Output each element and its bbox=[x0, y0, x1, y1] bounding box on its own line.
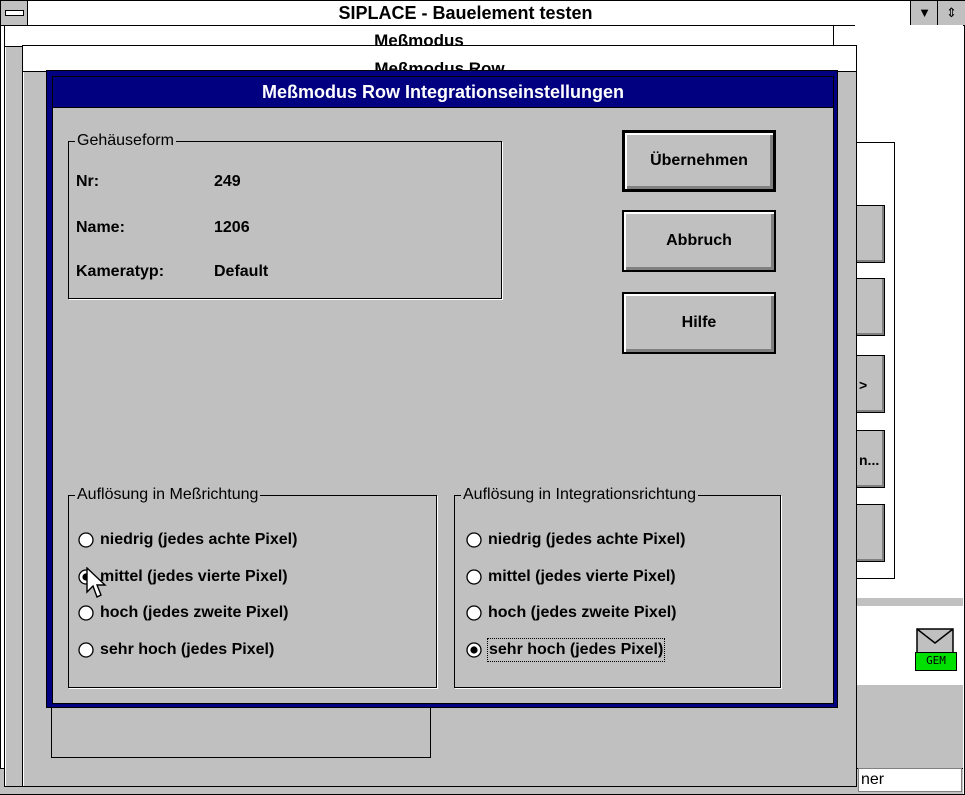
system-menu-icon[interactable] bbox=[1, 1, 28, 25]
main-side-button-1[interactable] bbox=[855, 205, 885, 263]
measure-direction-groupbox: Auflösung in Meßrichtung niedrig (jedes … bbox=[68, 486, 437, 688]
status-field: ner bbox=[858, 768, 962, 792]
dialog-title: Meßmodus Row Integrationseinstellungen bbox=[261, 82, 625, 102]
measure-direction-legend: Auflösung in Meßrichtung bbox=[75, 486, 261, 504]
screen: SIPLACE - Bauelement testen ▼ ⇕ > n... G… bbox=[0, 0, 965, 795]
gem-badge: GEM bbox=[915, 652, 957, 671]
integration-direction-legend: Auflösung in Integrationsrichtung bbox=[461, 486, 699, 504]
radio-unselected-icon bbox=[466, 605, 482, 621]
integration-settings-dialog: Meßmodus Row Integrationseinstellungen G… bbox=[46, 70, 838, 708]
main-window-title: SIPLACE - Bauelement testen bbox=[338, 3, 593, 23]
integration-direction-groupbox: Auflösung in Integrationsrichtung niedri… bbox=[454, 486, 781, 688]
radio-selected-icon bbox=[78, 569, 94, 585]
number-value: 249 bbox=[214, 173, 241, 190]
integration-radio-high-label: hoch (jedes zweite Pixel) bbox=[488, 604, 677, 621]
radio-unselected-icon bbox=[466, 532, 482, 548]
main-side-button-4[interactable]: n... bbox=[855, 430, 885, 488]
name-label: Name: bbox=[76, 219, 125, 236]
housing-groupbox: Gehäuseform Nr: 249 Name: 1206 Kameratyp… bbox=[68, 132, 502, 299]
main-title-bar[interactable]: SIPLACE - Bauelement testen ▼ ⇕ bbox=[1, 1, 965, 26]
main-divider-strip bbox=[855, 598, 963, 606]
radio-unselected-icon bbox=[466, 569, 482, 585]
system-menu-bar-glyph bbox=[5, 10, 24, 16]
minimize-button[interactable]: ▼ bbox=[910, 1, 938, 25]
integration-radio-very-high-label: sehr hoch (jedes Pixel) bbox=[486, 638, 666, 662]
integration-radio-medium-label: mittel (jedes vierte Pixel) bbox=[488, 568, 676, 585]
measure-radio-medium-label: mittel (jedes vierte Pixel) bbox=[100, 568, 288, 585]
radio-unselected-icon bbox=[78, 605, 94, 621]
help-button[interactable]: Hilfe bbox=[622, 292, 776, 354]
apply-button[interactable]: Übernehmen bbox=[622, 130, 776, 192]
camera-type-value: Default bbox=[214, 263, 269, 280]
number-label: Nr: bbox=[76, 173, 100, 190]
radio-unselected-icon bbox=[78, 642, 94, 658]
measure-radio-low-label: niedrig (jedes achte Pixel) bbox=[100, 531, 298, 548]
measure-mode-row-window-title[interactable]: Meßmodus Row bbox=[23, 46, 856, 72]
camera-type-label: Kameratyp: bbox=[76, 263, 165, 280]
radio-selected-icon bbox=[466, 642, 482, 658]
restore-button[interactable]: ⇕ bbox=[937, 1, 965, 25]
main-side-button-5[interactable] bbox=[855, 504, 885, 562]
measure-mode-window-title[interactable]: Meßmodus bbox=[5, 26, 833, 47]
main-side-button-3[interactable]: > bbox=[855, 355, 885, 413]
main-bottom-area bbox=[855, 685, 963, 768]
measure-radio-very-high-label: sehr hoch (jedes Pixel) bbox=[100, 641, 275, 658]
radio-unselected-icon bbox=[78, 532, 94, 548]
cancel-button[interactable]: Abbruch bbox=[622, 210, 776, 272]
name-value: 1206 bbox=[214, 219, 250, 236]
housing-groupbox-legend: Gehäuseform bbox=[75, 132, 176, 150]
measure-radio-high-label: hoch (jedes zweite Pixel) bbox=[100, 604, 289, 621]
dialog-title-bar[interactable]: Meßmodus Row Integrationseinstellungen bbox=[53, 77, 833, 108]
dialog-body: Meßmodus Row Integrationseinstellungen G… bbox=[52, 76, 834, 704]
main-side-button-2[interactable] bbox=[855, 278, 885, 336]
integration-radio-low-label: niedrig (jedes achte Pixel) bbox=[488, 531, 686, 548]
